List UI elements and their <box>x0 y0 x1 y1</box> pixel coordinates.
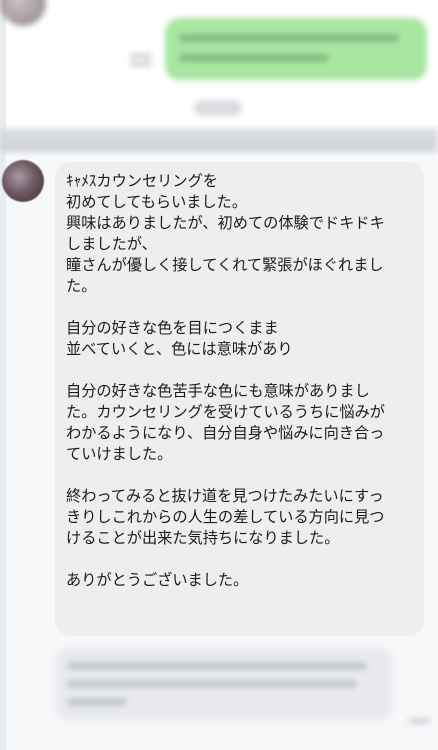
message-text: ｷｬﾒｽカウンセリングを初めてしてもらいました。興味はありましたが、初めての体験… <box>66 171 416 591</box>
message-line: 自分の好きな色を目につくまま <box>66 319 279 337</box>
read-receipt <box>130 50 152 76</box>
message-line: 興味はありましたが、初めての体験でドキドキ <box>66 214 385 232</box>
message-line: ありがとうございました。 <box>66 571 249 589</box>
sent-message-bubble[interactable] <box>165 18 427 80</box>
message-line: た。カウンセリングを受けているうちに悩みが <box>66 403 385 421</box>
message-line: ｷｬﾒｽカウンセリングを <box>66 172 218 190</box>
message-line: けることが出来た気持ちになりました。 <box>66 529 340 547</box>
message-line: しましたが、 <box>66 235 157 253</box>
message-line: 初めてしてもらいました。 <box>66 193 248 211</box>
timestamp <box>408 718 430 724</box>
left-edge <box>0 0 6 750</box>
message-line: わかるようになり、自分自身や悩みに向き合っ <box>66 424 385 442</box>
blurred-text-line <box>67 680 357 688</box>
blurred-text-line <box>67 698 127 706</box>
date-separator <box>194 100 242 116</box>
blurred-text-line <box>179 34 399 42</box>
message-line: きりしこれからの人生の差している方向に見つ <box>66 508 385 526</box>
blurred-text-line <box>67 662 367 670</box>
message-line: 瞳さんが優しく接してくれて緊張がほぐれまし <box>66 256 384 274</box>
message-line: 並べていくと、色には意味があり <box>66 340 293 358</box>
message-line: 自分の好きな色苦手な色にも意味がありまし <box>66 382 370 400</box>
received-message-bubble[interactable]: ｷｬﾒｽカウンセリングを初めてしてもらいました。興味はありましたが、初めての体験… <box>55 162 424 636</box>
message-line: ていけました。 <box>66 445 173 463</box>
received-message-bubble-blurred[interactable] <box>55 648 393 720</box>
message-line: た。 <box>66 277 97 295</box>
divider-band <box>0 128 438 152</box>
blurred-text-line <box>179 54 329 62</box>
message-line: 終わってみると抜け道を見つけたみたいにすっ <box>66 487 384 505</box>
avatar[interactable] <box>2 160 44 202</box>
